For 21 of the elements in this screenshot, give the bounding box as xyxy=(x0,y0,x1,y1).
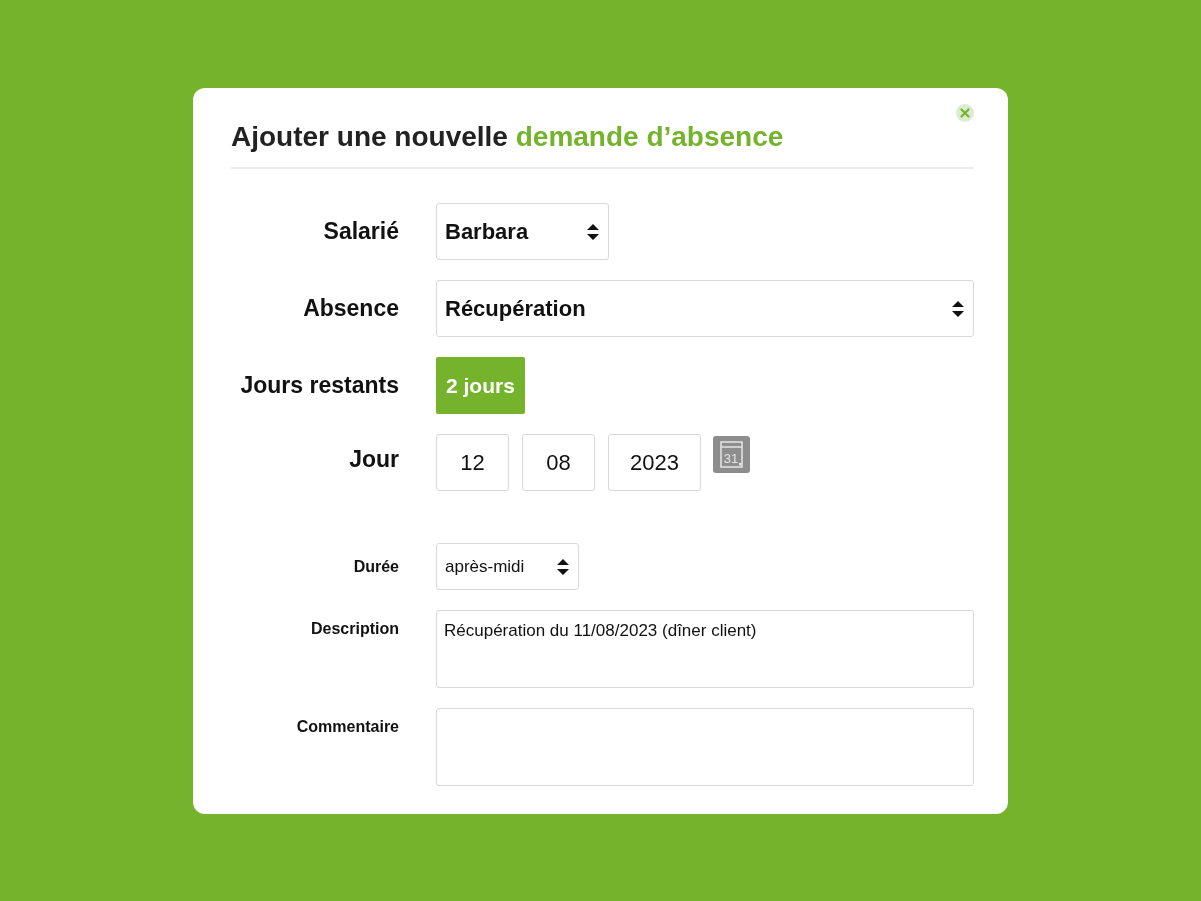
field-label: Description xyxy=(310,620,399,638)
day-field[interactable]: 12 xyxy=(436,434,509,491)
month-field[interactable]: 08 xyxy=(522,434,595,491)
field-label: Salarié xyxy=(322,218,399,245)
dialog-title: Ajouter une nouvelle demande d’absence xyxy=(231,120,785,154)
select-field[interactable]: Barbara xyxy=(436,203,609,260)
up-down-arrows-icon xyxy=(586,221,600,242)
year-field[interactable]: 2023 xyxy=(608,434,701,491)
field-label: Jour xyxy=(348,446,399,473)
field-label: Durée xyxy=(352,557,399,576)
field-label: Commentaire xyxy=(295,718,399,736)
field-label: Jours restants xyxy=(239,372,399,399)
up-down-arrows-icon xyxy=(556,556,570,577)
field-label: Absence xyxy=(302,295,399,322)
select-field[interactable]: après-midi xyxy=(436,543,579,590)
up-down-arrows-icon xyxy=(951,298,965,319)
select-field[interactable]: Récupération xyxy=(436,280,974,337)
days-badge: 2 jours xyxy=(436,357,525,414)
close-icon[interactable] xyxy=(956,104,974,122)
text-area[interactable] xyxy=(436,708,974,786)
text-area[interactable]: Récupération du 11/08/2023 (dîner client) xyxy=(436,610,974,688)
